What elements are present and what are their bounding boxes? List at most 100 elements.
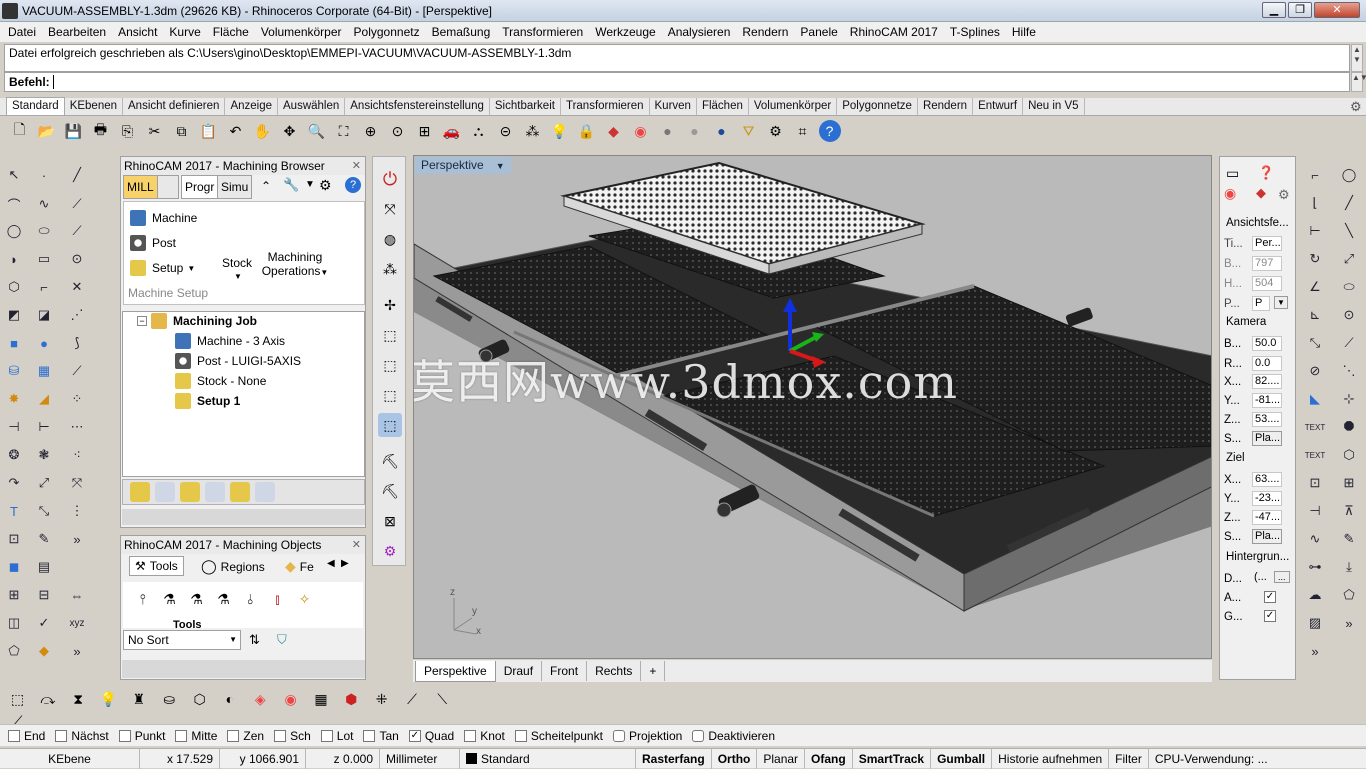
prop-projection-value[interactable]: P: [1252, 296, 1270, 311]
menu-werkzeuge[interactable]: Werkzeuge: [589, 22, 661, 42]
osnap-mitte[interactable]: Mitte: [175, 729, 217, 743]
hatch-icon[interactable]: ▤: [33, 556, 55, 578]
line-icon[interactable]: ╱: [66, 164, 88, 186]
more-tools-icon[interactable]: »: [66, 528, 88, 550]
menu-datei[interactable]: Datei: [2, 22, 42, 42]
offset-icon[interactable]: ⟋: [66, 360, 88, 382]
toolpath-icon[interactable]: [179, 482, 200, 502]
status-filter[interactable]: Filter: [1109, 748, 1149, 769]
tree-item-setup[interactable]: Setup 1: [175, 393, 240, 409]
boolean-icon[interactable]: ◢: [33, 388, 55, 410]
surface-analysis-icon[interactable]: ⬚: [7, 689, 29, 711]
tab-program[interactable]: Progr: [181, 175, 219, 199]
close-button[interactable]: ✕: [1314, 2, 1360, 18]
osnap-knot-checkbox[interactable]: [464, 729, 477, 742]
xyz-icon[interactable]: xyz: [66, 612, 88, 634]
menu-flaeche[interactable]: Fläche: [207, 22, 255, 42]
camera-lens-value[interactable]: 50.0: [1252, 336, 1282, 351]
tree-item-machine[interactable]: Machine - 3 Axis: [175, 333, 285, 349]
edit-op-icon[interactable]: [204, 482, 225, 502]
circle-point-icon[interactable]: ⊙: [66, 248, 88, 270]
mesh-icon[interactable]: ▦: [33, 360, 55, 382]
tab-tools[interactable]: ⚒ Tools: [129, 556, 184, 576]
network-icon[interactable]: ⁂: [378, 257, 402, 281]
smart-point-icon[interactable]: ⋮: [66, 500, 88, 522]
stock-tool-icon[interactable]: ⛏: [378, 479, 402, 503]
zoom-extents-icon[interactable]: ⊕: [360, 120, 382, 142]
deviation-icon[interactable]: ⟋: [401, 689, 423, 711]
drill-icon[interactable]: ⫾: [267, 588, 289, 610]
chamfer-mill-icon[interactable]: ⫰: [240, 588, 262, 610]
paste-icon[interactable]: 📋: [198, 120, 220, 142]
osnap-zen-checkbox[interactable]: [227, 729, 240, 742]
dim-arrow-icon[interactable]: ⤢: [1338, 248, 1360, 270]
status-history[interactable]: Historie aufnehmen: [992, 748, 1110, 769]
osnap-end[interactable]: End: [8, 729, 45, 743]
explode-icon[interactable]: ✸: [3, 388, 25, 410]
grid-array-icon[interactable]: ⊞: [3, 584, 25, 606]
menu-tsplines[interactable]: T-Splines: [944, 22, 1006, 42]
target-place-button[interactable]: Pla...: [1252, 529, 1282, 544]
dim-ellipse-icon[interactable]: ⬭: [1338, 276, 1360, 298]
add-viewport-button[interactable]: +: [641, 661, 666, 681]
viewport-menu-dropdown-icon[interactable]: ▼: [496, 161, 505, 171]
status-ortho[interactable]: Ortho: [712, 748, 758, 769]
origin-icon[interactable]: ✢: [378, 293, 402, 317]
history-scrollbar[interactable]: ▲ ▼: [1351, 44, 1363, 72]
camera-place-button[interactable]: Pla...: [1252, 431, 1282, 446]
points-analysis-icon[interactable]: ⁜: [371, 689, 393, 711]
pan-hand-icon[interactable]: ✋: [252, 120, 274, 142]
machine-tab-icon[interactable]: [157, 175, 179, 199]
block-icon[interactable]: ⊡: [3, 528, 25, 550]
show-background-checkbox[interactable]: ✓: [1264, 591, 1276, 603]
dim-cloud-icon[interactable]: ☁: [1304, 584, 1326, 606]
tab-kebenen[interactable]: KEbenen: [65, 98, 124, 115]
power-icon[interactable]: ⏻: [378, 167, 402, 191]
osnap-knot[interactable]: Knot: [464, 729, 505, 743]
osnap-punkt[interactable]: Punkt: [118, 729, 165, 743]
filter-icon[interactable]: ⛛: [738, 120, 760, 142]
osnap-lot[interactable]: Lot: [320, 729, 353, 743]
car-icon[interactable]: 🚗: [441, 120, 463, 142]
simulate-tool-icon[interactable]: ⛏: [378, 449, 402, 473]
axis-icon[interactable]: ⤧: [378, 197, 402, 221]
osnap-zen[interactable]: Zen: [227, 729, 264, 743]
tab-rendern[interactable]: Rendern: [918, 98, 974, 115]
osnap-tan-checkbox[interactable]: [363, 729, 376, 742]
tab-sichtbarkeit[interactable]: Sichtbarkeit: [490, 98, 561, 115]
edge-icon[interactable]: ⟍: [431, 689, 453, 711]
expand-more-icon[interactable]: »: [66, 640, 88, 662]
minimize-button[interactable]: ▁: [1262, 2, 1286, 18]
machining-operations-button[interactable]: Machining Operations▼: [260, 250, 330, 278]
box-edit-icon[interactable]: ⬢: [340, 689, 362, 711]
lock-icon[interactable]: 🔒: [576, 120, 598, 142]
dim-center-icon[interactable]: ⊙: [1338, 304, 1360, 326]
right-expand-icon[interactable]: »: [1304, 640, 1326, 662]
viewport-tab-front[interactable]: Front: [542, 661, 588, 681]
osnap-deaktivieren-checkbox[interactable]: [692, 729, 705, 742]
four-viewports-icon[interactable]: ⊞: [414, 120, 436, 142]
osnap-naechst-checkbox[interactable]: [55, 729, 68, 742]
cylinder-icon[interactable]: ⛁: [3, 360, 25, 382]
osnap-quad[interactable]: ✓ Quad: [408, 729, 454, 743]
cplane-icon[interactable]: ⊝: [495, 120, 517, 142]
menu-analysieren[interactable]: Analysieren: [662, 22, 737, 42]
menu-polygonnetz[interactable]: Polygonnetz: [348, 22, 426, 42]
rainbow-icon[interactable]: ◈: [249, 689, 271, 711]
bull-mill-icon[interactable]: ⚗: [186, 588, 208, 610]
settings-gears-icon[interactable]: ⚙: [765, 120, 787, 142]
render-sphere-icon[interactable]: ●: [657, 120, 679, 142]
help-icon[interactable]: ?: [345, 177, 361, 193]
zoom-selected-icon[interactable]: ⊙: [387, 120, 409, 142]
layers-tab-icon[interactable]: ◆: [1256, 185, 1266, 201]
rectangle-icon[interactable]: ▭: [33, 248, 55, 270]
tab-simulate[interactable]: Simu: [217, 175, 253, 199]
post-process-icon[interactable]: [229, 482, 250, 502]
status-layer-group[interactable]: KEbene: [0, 748, 140, 769]
bulb-icon[interactable]: 💡: [98, 689, 120, 711]
color-wheel-icon[interactable]: ◉: [630, 120, 652, 142]
browse-background-button[interactable]: ...: [1274, 571, 1290, 583]
osnap-projektion[interactable]: Projektion: [612, 729, 682, 743]
close-panel-icon[interactable]: ✕: [352, 159, 361, 172]
dim-blue-icon[interactable]: ◣: [1304, 388, 1326, 410]
